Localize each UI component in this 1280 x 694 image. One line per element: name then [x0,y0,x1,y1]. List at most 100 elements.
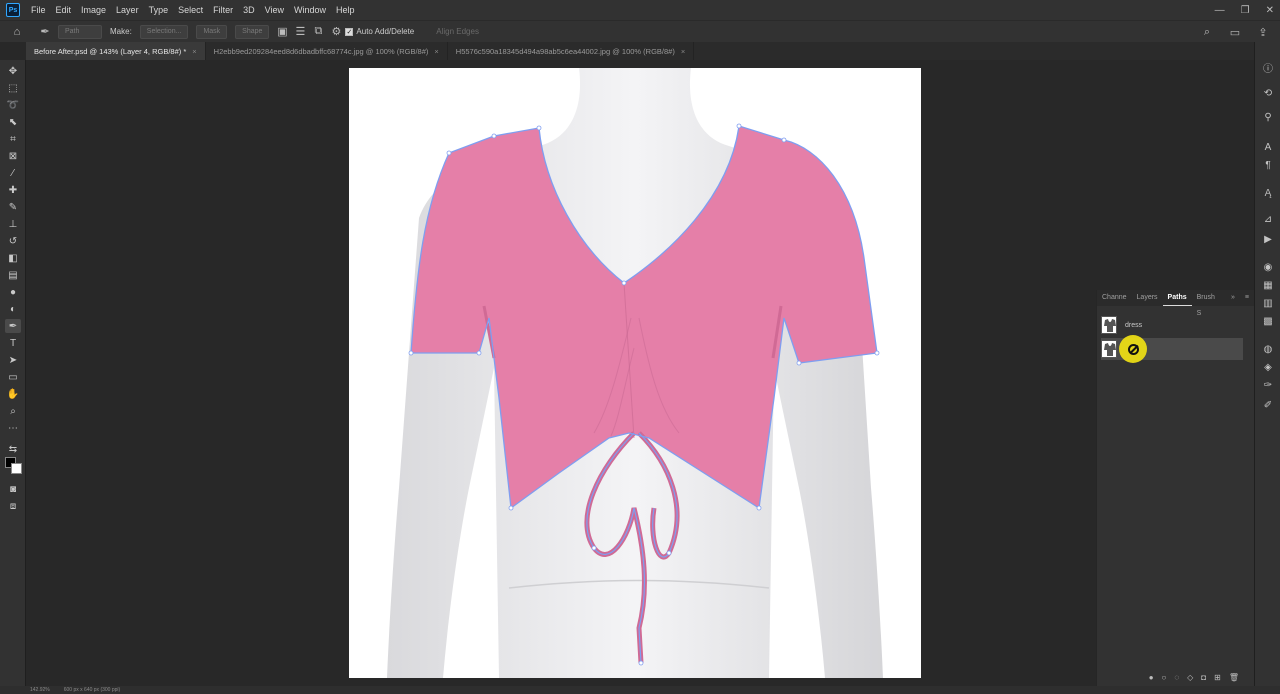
menu-3d[interactable]: 3D [238,0,260,20]
close-tab-icon[interactable]: × [434,47,438,56]
type-tool-icon[interactable]: T [5,336,21,350]
clone-stamp-tool-icon[interactable]: ⊥ [5,217,21,231]
zoom-tool-icon[interactable]: ⌕ [5,404,21,418]
menu-help[interactable]: Help [331,0,360,20]
healing-brush-tool-icon[interactable]: ✚ [5,183,21,197]
info-icon[interactable]: ⓘ [1261,60,1275,75]
minimize-button[interactable]: — [1215,5,1225,16]
crop-tool-icon[interactable]: ⌗ [5,132,21,146]
eyedropper-tool-icon[interactable]: ⁄ [5,166,21,180]
move-tool-icon[interactable]: ✥ [5,64,21,78]
make-label: Make: [110,27,132,36]
zoom-level[interactable]: 142.92% [30,687,50,693]
background-color-swatch[interactable] [11,463,22,474]
tab-h5576c590[interactable]: H5576c590a18345d494a98ab5c6ea44002.jpg @… [448,42,695,60]
adjustments-icon[interactable]: ⚲ [1261,110,1275,124]
path-operations-icon[interactable]: ▣ [273,24,291,40]
pen-tool-icon[interactable]: ✒ [5,319,21,333]
frame-tool-icon[interactable]: ⊠ [5,149,21,163]
rectangle-tool-icon[interactable]: ▭ [5,370,21,384]
menu-select[interactable]: Select [173,0,208,20]
path-row-dress[interactable]: dress [1101,314,1243,336]
menu-filter[interactable]: Filter [208,0,238,20]
blur-tool-icon[interactable]: ● [5,285,21,299]
close-window-button[interactable]: ✕ [1266,5,1274,16]
pen-tool-preset-icon[interactable]: ✒ [36,24,54,40]
close-tab-icon[interactable]: × [681,47,685,56]
marquee-tool-icon[interactable]: ⬚ [5,81,21,95]
swatches-icon[interactable]: ▥ [1261,296,1275,310]
tab-h2ebb9ed[interactable]: H2ebb9ed209284eed8d6dbadbffc68774c.jpg @… [206,42,448,60]
patterns-icon[interactable]: ▩ [1261,314,1275,328]
swap-colors-icon[interactable]: ⇆ [5,442,21,456]
gradient-tool-icon[interactable]: ▤ [5,268,21,282]
document-info[interactable]: 600 px x 640 px (300 ppi) [64,687,120,693]
more-tools-icon[interactable]: ⋯ [5,421,21,435]
share-icon[interactable]: ⇪ [1254,24,1272,40]
tab-paths[interactable]: Paths [1162,290,1192,306]
auto-add-delete-checkbox[interactable]: ✓ [345,27,354,36]
right-panel-strip: ⓘ ⟲ ⚲ A ¶ Ą ⊿ ▶ ◉ ▦ ▥ ▩ ◍ ◈ ✑ ✐ [1254,42,1280,686]
path-alignment-icon[interactable]: ☰ [291,24,309,40]
3d-icon[interactable]: ◉ [1261,260,1275,274]
brush-settings-icon[interactable]: ✐ [1261,398,1275,412]
brushes-icon[interactable]: ⊿ [1261,212,1275,226]
path-name: dress [1125,321,1143,329]
make-work-path-icon[interactable]: ◇ [1187,673,1193,682]
eraser-tool-icon[interactable]: ◧ [5,251,21,265]
panel-expand-icon[interactable]: » [1226,290,1240,306]
history-icon[interactable]: ⟲ [1261,86,1275,100]
path-thumbnail [1101,340,1117,358]
home-icon[interactable]: ⌂ [8,24,26,40]
workspace-icon[interactable]: ▭ [1226,24,1244,40]
path-selection-tool-icon[interactable]: ➤ [5,353,21,367]
new-path-icon[interactable]: ⊞ [1214,673,1221,682]
hand-tool-icon[interactable]: ✋ [5,387,21,401]
load-selection-icon[interactable]: ◌ [1174,673,1179,682]
dodge-tool-icon[interactable]: ◐ [5,302,21,316]
make-mask-button[interactable]: Mask [196,24,228,39]
lasso-tool-icon[interactable]: ➰ [5,98,21,112]
character-icon[interactable]: A [1261,140,1275,154]
brush-tool-icon[interactable]: ✎ [5,200,21,214]
settings-gear-icon[interactable]: ⚙ [327,24,345,40]
paths-icon[interactable]: ✑ [1261,378,1275,392]
menu-view[interactable]: View [260,0,289,20]
menu-file[interactable]: File [26,0,51,20]
restore-button[interactable]: ❐ [1241,5,1250,16]
history-brush-tool-icon[interactable]: ↺ [5,234,21,248]
tab-before-after[interactable]: Before After.psd @ 143% (Layer 4, RGB/8#… [26,42,206,60]
make-shape-button[interactable]: Shape [235,24,270,39]
menu-edit[interactable]: Edit [51,0,77,20]
delete-path-icon[interactable]: 🗑 [1229,673,1239,682]
menu-image[interactable]: Image [76,0,111,20]
document-canvas[interactable] [349,68,921,678]
add-mask-icon[interactable]: ◘ [1201,673,1206,682]
tab-layers[interactable]: Layers [1132,290,1163,306]
search-icon[interactable]: ⌕ [1198,24,1216,40]
make-selection-button[interactable]: Selection... [139,24,189,39]
libraries-icon[interactable]: ▦ [1261,278,1275,292]
panel-menu-icon[interactable]: ≡ [1240,290,1254,306]
tab-channels[interactable]: Channe [1097,290,1132,306]
layers-icon[interactable]: ◈ [1261,360,1275,374]
paragraph-icon[interactable]: ¶ [1261,158,1275,172]
tab-label: H5576c590a18345d494a98ab5c6ea44002.jpg @… [455,46,675,56]
object-selection-tool-icon[interactable]: ⬉ [5,115,21,129]
fill-path-icon[interactable]: ● [1149,673,1154,682]
stroke-path-icon[interactable]: ○ [1162,673,1167,682]
menu-layer[interactable]: Layer [111,0,144,20]
screen-mode-icon[interactable]: ⧈ [5,499,21,513]
tab-brush-settings[interactable]: Brush S [1192,290,1226,317]
align-edges-option[interactable]: Align Edges [436,27,479,36]
close-tab-icon[interactable]: × [192,47,196,56]
quick-mask-icon[interactable]: ◙ [5,482,21,496]
path-arrangement-icon[interactable]: ⧉ [309,24,327,40]
glyphs-icon[interactable]: Ą [1261,186,1275,200]
channels-icon[interactable]: ◍ [1261,342,1275,356]
make-mask-label: Mask [203,28,221,35]
menu-window[interactable]: Window [289,0,331,20]
pen-mode-select[interactable]: Path [58,24,102,39]
actions-play-icon[interactable]: ▶ [1261,232,1275,246]
menu-type[interactable]: Type [144,0,174,20]
